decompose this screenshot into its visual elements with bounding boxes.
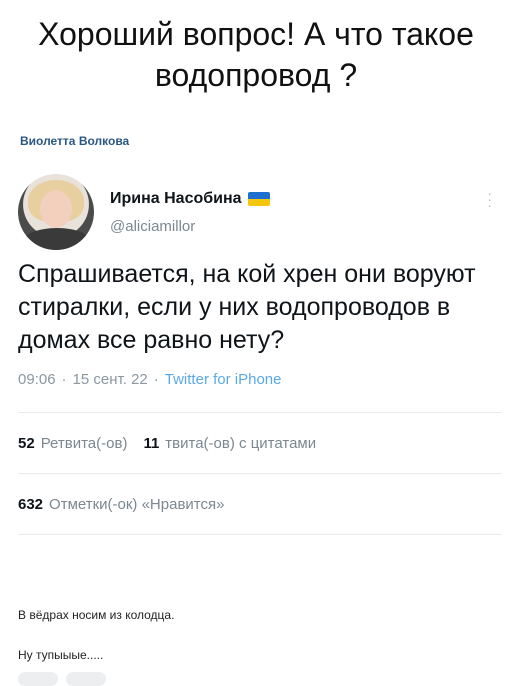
meme-caption: Хороший вопрос! А что такое водопровод ? [38, 16, 474, 93]
tweet-card: Ирина Насобина @aliciamillor · · · Спрашив… [18, 170, 502, 535]
meta-separator: · [153, 371, 159, 388]
quotes-count: 11 [143, 434, 160, 452]
retweets-count: 52 [18, 434, 35, 452]
avatar-face [40, 190, 72, 228]
tweet-source[interactable]: Twitter for iPhone [165, 371, 282, 388]
likes-stat[interactable]: 632 Отметки(-ок) «Нравится» [18, 496, 224, 513]
comment-text: Ну тупыыые..... [18, 648, 104, 662]
tweet-date[interactable]: 15 сент. 22 [73, 371, 148, 388]
meta-separator: · [61, 371, 67, 388]
author-link[interactable]: Виолетта Волкова [20, 134, 129, 148]
likes-stats-row: 632 Отметки(-ок) «Нравится» [18, 474, 502, 534]
retweet-stats-row: 52 Ретвита(-ов) 11 твита(-ов) с цитатами [18, 413, 502, 473]
reactions-row [18, 672, 106, 686]
reaction-chip[interactable] [66, 672, 106, 686]
ukraine-flag-icon [247, 191, 270, 206]
display-name[interactable]: Ирина Насобина [110, 190, 242, 208]
tweet-text: Спрашивается, на кой хрен они воруют сти… [18, 260, 476, 354]
tweet-time[interactable]: 09:06 [18, 371, 56, 388]
tweet-names: Ирина Насобина @aliciamillor [110, 190, 270, 235]
display-name-row: Ирина Насобина [110, 190, 270, 208]
likes-count: 632 [18, 495, 44, 513]
tweet-header: Ирина Насобина @aliciamillor · · · [18, 170, 502, 254]
tweet-meta: 09:06 · 15 сент. 22 · Twitter for iPhone [18, 371, 502, 388]
more-vertical-icon[interactable]: · · · [487, 186, 492, 212]
avatar[interactable] [18, 174, 94, 250]
divider [18, 534, 502, 535]
avatar-shoulders [22, 228, 92, 250]
user-handle[interactable]: @aliciamillor [110, 218, 270, 235]
quotes-label: твита(-ов) с цитатами [165, 434, 317, 452]
likes-label: Отметки(-ок) «Нравится» [49, 495, 225, 513]
retweets-label: Ретвита(-ов) [40, 434, 128, 452]
reaction-chip[interactable] [18, 672, 58, 686]
quotes-stat[interactable]: 11 твита(-ов) с цитатами [143, 435, 316, 452]
retweets-stat[interactable]: 52 Ретвита(-ов) [18, 435, 127, 452]
comment-text: В вёдрах носим из колодца. [18, 608, 175, 622]
